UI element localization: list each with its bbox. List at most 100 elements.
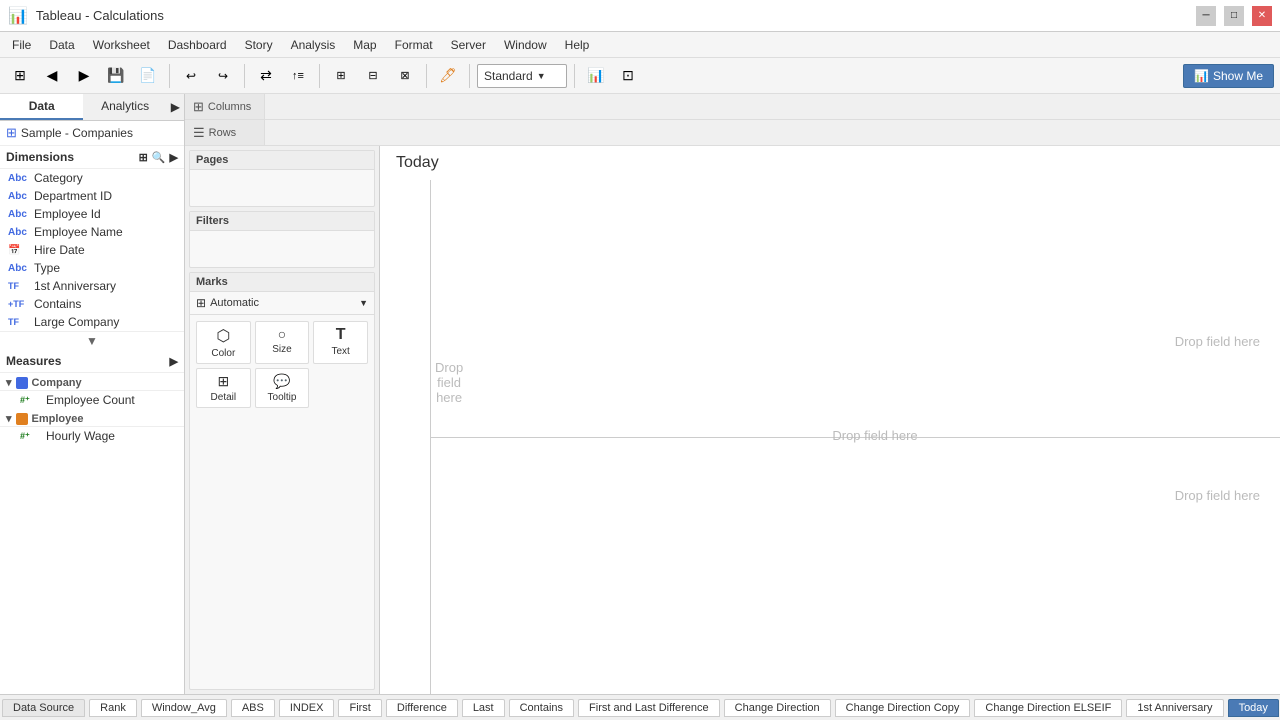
menu-item-help[interactable]: Help	[557, 36, 598, 54]
main-layout: Data Analytics ▶ ⊞ Sample - Companies Di…	[0, 94, 1280, 694]
new-datasource-button[interactable]: ⊞	[6, 62, 34, 90]
new-worksheet-button[interactable]: 📄	[134, 62, 162, 90]
dimension-hire-date[interactable]: 📅 Hire Date	[0, 241, 184, 259]
sort-asc-button[interactable]: ↑≡	[284, 62, 312, 90]
measure-employee-count[interactable]: #⁺ Employee Count	[0, 391, 184, 409]
field-name: Contains	[34, 297, 81, 311]
menu-item-file[interactable]: File	[4, 36, 39, 54]
menu-item-story[interactable]: Story	[237, 36, 281, 54]
menu-item-window[interactable]: Window	[496, 36, 555, 54]
menu-item-server[interactable]: Server	[443, 36, 494, 54]
tooltip-mark-button[interactable]: 💬 Tooltip	[255, 368, 310, 408]
standard-dropdown[interactable]: Standard ▼	[477, 64, 567, 88]
menu-item-map[interactable]: Map	[345, 36, 384, 54]
sheet-tab-change-direction[interactable]: Change Direction	[724, 699, 831, 717]
filters-body[interactable]	[190, 231, 374, 267]
sheet-tab-rank[interactable]: Rank	[89, 699, 137, 717]
tooltip-icon: 💬	[273, 373, 290, 390]
scroll-down-arrow[interactable]: ▼	[0, 331, 184, 350]
show-me-button[interactable]: 📊 Show Me	[1183, 64, 1274, 88]
swap-rows-cols-button[interactable]: ⇄	[252, 62, 280, 90]
maximize-button[interactable]: □	[1224, 6, 1244, 26]
fit-button[interactable]: ⊞	[327, 62, 355, 90]
measures-expand-icon[interactable]: ▶	[170, 355, 178, 368]
forward-button[interactable]: ▶	[70, 62, 98, 90]
color-icon: ⬡	[216, 326, 230, 346]
dimension-department-id[interactable]: Abc Department ID	[0, 187, 184, 205]
color-mark-button[interactable]: ⬡ Color	[196, 321, 251, 364]
back-button[interactable]: ◀	[38, 62, 66, 90]
tab-analytics[interactable]: Analytics	[83, 94, 166, 120]
standard-label: Standard	[484, 69, 533, 83]
sheet-tab-today[interactable]: Today	[1228, 699, 1279, 717]
marks-type-dropdown[interactable]: ⊞ Automatic ▼	[190, 292, 374, 315]
show-me-label: Show Me	[1213, 69, 1263, 83]
add-data-source-button[interactable]: ▶	[167, 94, 184, 120]
sheet-tab-first-and-last-difference[interactable]: First and Last Difference	[578, 699, 720, 717]
expand-employee-icon[interactable]: ▾	[6, 412, 12, 425]
size-mark-button[interactable]: ○ Size	[255, 321, 310, 364]
close-button[interactable]: ✕	[1252, 6, 1272, 26]
group-company-label: Company	[32, 377, 82, 389]
menu-item-analysis[interactable]: Analysis	[283, 36, 344, 54]
dimension-employee-name[interactable]: Abc Employee Name	[0, 223, 184, 241]
window-controls: ─ □ ✕	[1196, 6, 1272, 26]
text-mark-button[interactable]: T Text	[313, 321, 368, 364]
field-type-icon: Abc	[8, 227, 30, 238]
detail-mark-button[interactable]: ⊞ Detail	[196, 368, 251, 408]
save-button[interactable]: 💾	[102, 62, 130, 90]
chart-type-button[interactable]: 📊	[582, 62, 610, 90]
dimension-large-company[interactable]: TF Large Company	[0, 313, 184, 331]
undo-button[interactable]: ↩	[177, 62, 205, 90]
measure-hourly-wage[interactable]: #⁺ Hourly Wage	[0, 427, 184, 445]
sheet-tab-contains[interactable]: Contains	[509, 699, 574, 717]
menu-item-data[interactable]: Data	[41, 36, 82, 54]
pages-body[interactable]	[190, 170, 374, 206]
toolbar: ⊞ ◀ ▶ 💾 📄 ↩ ↪ ⇄ ↑≡ ⊞ ⊟ ⊠ 🖊 Standard ▼ 📊 …	[0, 58, 1280, 94]
fit-height-button[interactable]: ⊠	[391, 62, 419, 90]
expand-icon[interactable]: ▶	[170, 151, 178, 164]
viz-area[interactable]: Drop field here Drop field here Drop fie…	[380, 180, 1280, 694]
minimize-button[interactable]: ─	[1196, 6, 1216, 26]
dimension-category[interactable]: Abc Category	[0, 169, 184, 187]
center-area: ⊞ Columns ☰ Rows Pages	[185, 94, 1280, 694]
redo-button[interactable]: ↪	[209, 62, 237, 90]
field-type-icon: TF	[8, 281, 30, 291]
dimensions-tools: ⊞ 🔍 ▶	[139, 151, 178, 164]
dimension-1st-anniversary[interactable]: TF 1st Anniversary	[0, 277, 184, 295]
sheet-tab-change-direction-copy[interactable]: Change Direction Copy	[835, 699, 971, 717]
toolbar-separator-2	[244, 64, 245, 88]
highlight-button[interactable]: 🖊	[434, 62, 462, 90]
sheet-tab-difference[interactable]: Difference	[386, 699, 458, 717]
drop-field-top: Drop field here	[832, 428, 917, 443]
tab-data-source[interactable]: Data Source	[2, 699, 85, 717]
field-name: Large Company	[34, 315, 119, 329]
menu-item-dashboard[interactable]: Dashboard	[160, 36, 235, 54]
dimension-employee-id[interactable]: Abc Employee Id	[0, 205, 184, 223]
grid-view-icon[interactable]: ⊞	[139, 151, 148, 164]
marks-type-label: Automatic	[210, 297, 355, 309]
tab-data[interactable]: Data	[0, 94, 83, 120]
group-company: ▾ Company	[0, 373, 184, 391]
dimension-type[interactable]: Abc Type	[0, 259, 184, 277]
sheet-tab-abs[interactable]: ABS	[231, 699, 275, 717]
data-source-item[interactable]: ⊞ Sample - Companies	[0, 121, 184, 146]
sheet-tab-last[interactable]: Last	[462, 699, 505, 717]
sheet-tab-1st-anniversary[interactable]: 1st Anniversary	[1126, 699, 1223, 717]
menu-item-format[interactable]: Format	[387, 36, 441, 54]
search-icon[interactable]: 🔍	[152, 151, 166, 164]
expand-company-icon[interactable]: ▾	[6, 376, 12, 389]
menu-item-worksheet[interactable]: Worksheet	[85, 36, 158, 54]
viz-title: Today	[380, 146, 1280, 180]
sheet-tab-window_avg[interactable]: Window_Avg	[141, 699, 227, 717]
dimensions-header: Dimensions ⊞ 🔍 ▶	[0, 146, 184, 169]
measure-absolute[interactable]: # Absolute	[0, 445, 184, 449]
detail-icon: ⊞	[217, 373, 229, 390]
sheet-tab-index[interactable]: INDEX	[279, 699, 335, 717]
measures-header: Measures ▶	[0, 350, 184, 373]
dashboard-button[interactable]: ⊡	[614, 62, 642, 90]
dimension-contains[interactable]: +TF Contains	[0, 295, 184, 313]
sheet-tab-change-direction-elseif[interactable]: Change Direction ELSEIF	[974, 699, 1122, 717]
sheet-tab-first[interactable]: First	[338, 699, 381, 717]
fit-width-button[interactable]: ⊟	[359, 62, 387, 90]
